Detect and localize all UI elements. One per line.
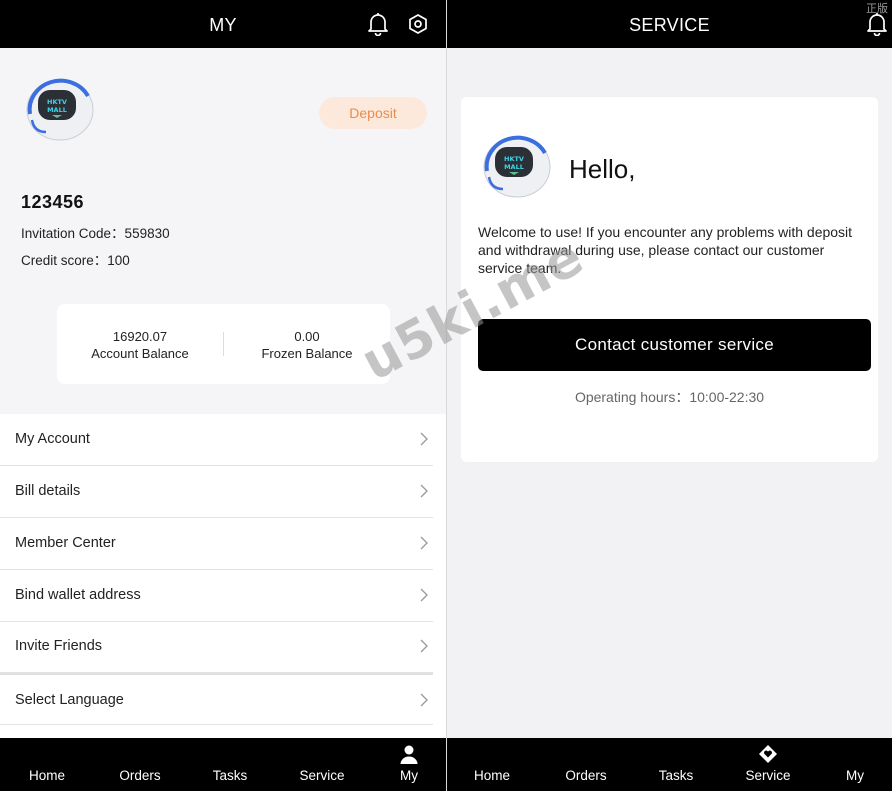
tab-label: Tasks xyxy=(658,768,694,783)
user-icon xyxy=(400,745,418,764)
tab-label: Orders xyxy=(565,768,607,783)
balance-card: 16920.07 Account Balance 0.00 Frozen Bal… xyxy=(57,304,390,384)
avatar-logo-text: HKTV xyxy=(47,98,67,106)
chevron-right-icon xyxy=(420,693,428,707)
service-top-bar: SERVICE xyxy=(447,0,892,48)
tab-label: My xyxy=(846,768,864,783)
username: 123456 xyxy=(21,192,85,212)
account-balance-value: 16920.07 xyxy=(112,329,168,344)
tab-tasks[interactable]: Tasks xyxy=(641,738,711,791)
tab-label: Service xyxy=(745,768,791,783)
tab-home[interactable]: Home xyxy=(457,738,527,791)
tab-home[interactable]: Home xyxy=(12,738,82,791)
menu-item-my-account[interactable]: My Account xyxy=(0,414,433,466)
menu-item-bind-wallet[interactable]: Bind wallet address xyxy=(0,570,433,622)
menu-item-member-center[interactable]: Member Center xyxy=(0,518,433,570)
menu-item-label: Invite Friends xyxy=(15,638,103,654)
tab-my[interactable]: My xyxy=(374,738,444,791)
tab-label: Tasks xyxy=(212,768,248,783)
bottom-tab-bar: Home Orders Tasks Service My xyxy=(447,738,892,791)
heart-diamond-icon xyxy=(759,745,777,763)
service-screen: SERVICE 正版 HKTV MALL Hello, Welcome to u… xyxy=(447,0,892,791)
invitation-code: Invitation Code：559830 xyxy=(21,226,170,241)
chevron-right-icon xyxy=(420,432,428,446)
my-top-bar: MY xyxy=(0,0,446,48)
tab-orders[interactable]: Orders xyxy=(105,738,175,791)
tab-label: Service xyxy=(299,768,345,783)
chevron-right-icon xyxy=(420,484,428,498)
tab-label: Home xyxy=(473,768,510,783)
avatar: HKTV MALL xyxy=(481,131,553,199)
contact-customer-service-button[interactable]: Contact customer service xyxy=(478,319,871,371)
menu-item-bill-details[interactable]: Bill details xyxy=(0,466,433,518)
greeting: Hello, xyxy=(569,154,636,184)
tab-tasks[interactable]: Tasks xyxy=(195,738,265,791)
credit-score: Credit score：100 xyxy=(21,253,130,268)
menu-item-invite-friends[interactable]: Invite Friends xyxy=(0,621,433,673)
my-screen: MY HKTV MALL Deposit 123456 Invitation C… xyxy=(0,0,446,791)
tab-service[interactable]: Service xyxy=(733,738,803,791)
bottom-tab-bar: Home Orders Tasks Service My xyxy=(0,738,446,791)
deposit-button[interactable]: Deposit xyxy=(319,97,427,129)
tab-my[interactable]: My xyxy=(820,738,890,791)
menu-item-label: Bill details xyxy=(15,483,81,499)
chevron-right-icon xyxy=(420,639,428,653)
bell-icon[interactable] xyxy=(366,12,390,36)
menu-item-select-language[interactable]: Select Language xyxy=(0,673,433,725)
svg-text:HKTV: HKTV xyxy=(504,155,524,163)
account-balance: 16920.07 Account Balance xyxy=(57,328,223,362)
tab-label: Home xyxy=(28,768,65,783)
operating-hours: Operating hours：10:00-22:30 xyxy=(574,389,765,405)
svg-text:MALL: MALL xyxy=(47,106,67,114)
svg-text:MALL: MALL xyxy=(504,163,524,171)
tab-label: My xyxy=(400,768,418,783)
tab-orders[interactable]: Orders xyxy=(551,738,621,791)
page-title: SERVICE xyxy=(629,15,710,35)
account-balance-label: Account Balance xyxy=(91,346,189,361)
corner-label: 正版 xyxy=(866,3,888,15)
tab-service[interactable]: Service xyxy=(287,738,357,791)
account-menu: My Account Bill details Member Center Bi… xyxy=(0,414,446,738)
chevron-right-icon xyxy=(420,588,428,602)
menu-item-label: My Account xyxy=(15,431,90,447)
avatar: HKTV MALL xyxy=(24,74,96,142)
menu-item-label: Select Language xyxy=(15,692,124,708)
chevron-right-icon xyxy=(420,536,428,550)
menu-item-label: Member Center xyxy=(15,535,116,551)
menu-item-label: Bind wallet address xyxy=(15,587,141,603)
tab-label: Orders xyxy=(119,768,161,783)
settings-icon[interactable] xyxy=(406,12,430,36)
